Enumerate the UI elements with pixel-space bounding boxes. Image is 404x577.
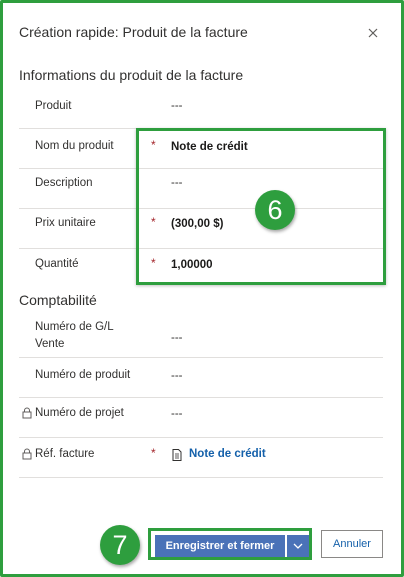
dialog-title: Création rapide: Produit de la facture xyxy=(19,24,248,40)
close-icon[interactable] xyxy=(366,26,380,40)
field-row-produit[interactable]: Produit --- xyxy=(19,87,383,129)
lock-icon xyxy=(22,407,32,419)
field-label: Numéro de projet xyxy=(35,407,124,419)
field-value[interactable]: --- xyxy=(171,100,183,112)
field-value[interactable]: --- xyxy=(171,370,183,382)
callout-badge-7: 7 xyxy=(100,525,140,565)
field-label: Nom du produit xyxy=(35,140,114,152)
required-marker: * xyxy=(151,446,156,460)
lock-icon xyxy=(22,448,32,460)
save-and-close-button[interactable]: Enregistrer et fermer xyxy=(155,535,285,557)
save-button-highlight: Enregistrer et fermer xyxy=(148,528,312,560)
field-label: Description xyxy=(35,177,93,189)
section-title-accounting: Comptabilité xyxy=(19,292,97,308)
field-row-numero-produit[interactable]: Numéro de produit --- xyxy=(19,357,383,398)
save-options-dropdown[interactable] xyxy=(286,535,309,557)
field-label: Numéro de produit xyxy=(35,369,131,381)
cancel-button[interactable]: Annuler xyxy=(321,530,383,558)
callout-badge-6: 6 xyxy=(255,190,295,230)
document-icon xyxy=(172,449,182,461)
field-label: Produit xyxy=(35,100,72,112)
field-row-ref-facture[interactable]: Réf. facture * Note de crédit xyxy=(19,437,383,478)
ref-facture-link[interactable]: Note de crédit xyxy=(189,448,266,460)
field-row-gl-vente[interactable]: Numéro de G/L Vente --- xyxy=(19,315,383,358)
field-label: Numéro de G/L Vente xyxy=(35,321,114,350)
chevron-down-icon xyxy=(293,543,303,549)
field-label: Prix unitaire xyxy=(35,217,96,229)
field-label: Quantité xyxy=(35,258,79,270)
section-title-product-info: Informations du produit de la facture xyxy=(19,67,244,83)
field-value[interactable]: --- xyxy=(171,408,183,420)
field-row-numero-projet[interactable]: Numéro de projet --- xyxy=(19,397,383,438)
field-label: Réf. facture xyxy=(35,448,95,460)
field-value[interactable]: --- xyxy=(171,332,183,344)
